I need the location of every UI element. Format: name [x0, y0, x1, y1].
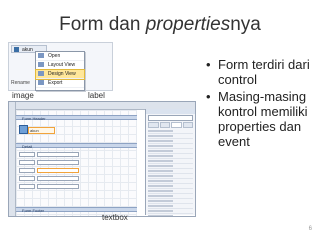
textbox-control[interactable]	[37, 160, 79, 165]
field-label	[19, 168, 35, 173]
slide-title: Form dan propertiesnya	[59, 14, 261, 35]
selection-dropdown[interactable]	[148, 115, 193, 121]
label-control[interactable]: akun	[28, 127, 55, 134]
menu-item-export[interactable]: Export	[36, 79, 84, 88]
field-label	[19, 160, 35, 165]
callout-label: label	[88, 91, 105, 100]
menu-item-layout-view[interactable]: Layout View	[36, 61, 84, 70]
tab-other[interactable]	[182, 122, 193, 128]
page-number: 6	[308, 226, 312, 232]
textbox-control[interactable]	[37, 168, 79, 173]
section-form-header[interactable]: Form Header	[16, 115, 137, 121]
field-label	[19, 176, 35, 181]
form-icon	[14, 47, 19, 52]
bullet-dot-icon: •	[206, 89, 211, 104]
context-menu: Open Layout View Design View Export	[35, 51, 85, 91]
open-icon	[38, 53, 44, 58]
section-detail[interactable]: Detail	[16, 143, 137, 149]
menu-item-rename[interactable]: Rename	[11, 79, 31, 87]
tab-data[interactable]	[159, 122, 170, 128]
tab-event[interactable]	[171, 122, 182, 128]
form-design-view-screenshot: Form Header Detail Form Footer akun	[8, 101, 196, 217]
property-row[interactable]	[148, 214, 193, 216]
vertical-ruler	[9, 102, 16, 216]
field-label	[19, 184, 35, 189]
design-view-icon	[38, 71, 44, 76]
tab-format[interactable]	[148, 122, 159, 128]
bullet-item: • Masing-masing kontrol memiliki properti…	[206, 89, 308, 149]
property-sheet-header	[146, 109, 195, 114]
bullet-list: • Form terdiri dari control • Masing-masin…	[204, 57, 316, 151]
property-sheet	[145, 109, 195, 216]
context-menu-screenshot: akun Open Layout View Design View Export…	[8, 42, 113, 91]
export-icon	[38, 80, 44, 85]
textbox-control[interactable]	[37, 152, 79, 157]
property-tabs	[146, 122, 195, 128]
menu-item-design-view[interactable]: Design View	[35, 69, 85, 80]
textbox-control[interactable]	[37, 176, 79, 181]
image-control[interactable]	[19, 125, 28, 134]
layout-view-icon	[38, 62, 44, 67]
property-list	[148, 129, 193, 216]
callout-image: image	[12, 91, 34, 100]
field-label	[19, 152, 35, 157]
bullet-item: • Form terdiri dari control	[206, 57, 310, 87]
textbox-control[interactable]	[37, 184, 79, 189]
menu-item-open[interactable]: Open	[36, 52, 84, 61]
callout-textbox: textbox	[102, 213, 128, 222]
section-form-footer[interactable]: Form Footer	[16, 207, 137, 213]
bullet-dot-icon: •	[206, 57, 211, 72]
